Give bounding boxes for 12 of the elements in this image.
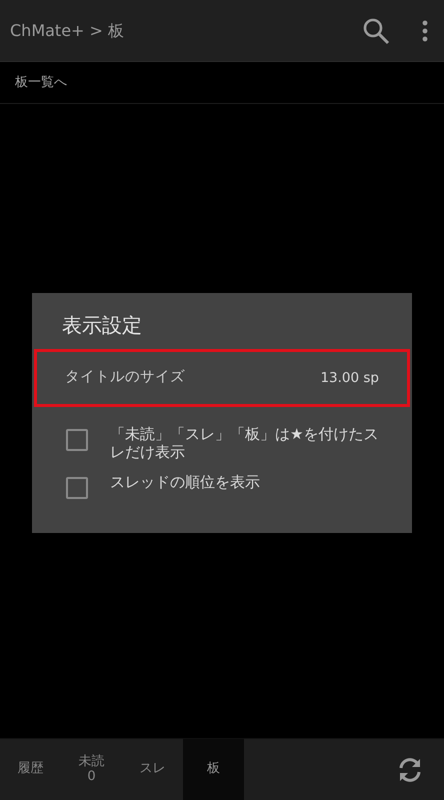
checkbox[interactable] (66, 429, 88, 451)
setting-row[interactable]: タイトルのサイズ 13.00 sp (34, 349, 410, 407)
bottom-tab[interactable]: スレ (122, 739, 183, 800)
bottom-tab[interactable]: 履歴 (0, 739, 61, 800)
board-list-link[interactable]: 板一覧へ (15, 72, 67, 92)
dialog-title: 表示設定 (61, 313, 143, 339)
checkbox-label: スレッドの順位を表示 (110, 473, 260, 491)
app-title: ChMate+ > 板 (10, 20, 126, 42)
checkbox-label: 「未読」「スレ」「板」は★を付けたスレだけ表示 (110, 425, 380, 461)
checkbox[interactable] (66, 477, 88, 499)
bottom-tab[interactable]: 未読 0 (61, 739, 122, 800)
bottom-tab[interactable]: 板 (183, 739, 244, 800)
